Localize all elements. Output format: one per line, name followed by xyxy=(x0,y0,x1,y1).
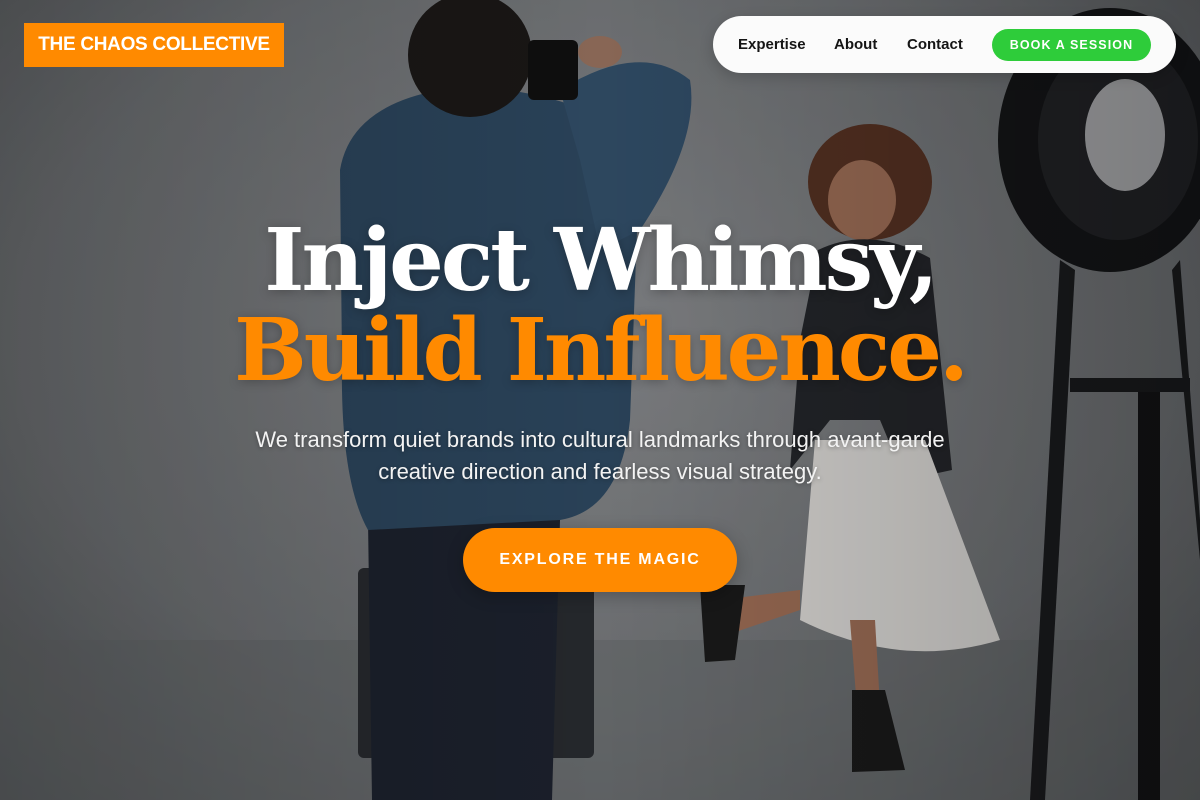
brand-logo[interactable]: THE CHAOS COLLECTIVE xyxy=(24,23,284,67)
hero-subtitle: We transform quiet brands into cultural … xyxy=(255,427,945,484)
book-session-button[interactable]: BOOK A SESSION xyxy=(992,29,1151,61)
hero-title-line1: Inject Whimsy, xyxy=(264,210,939,311)
explore-magic-button[interactable]: EXPLORE THE MAGIC xyxy=(463,528,737,592)
nav-link-expertise[interactable]: Expertise xyxy=(738,16,806,73)
top-navigation: Expertise About Contact BOOK A SESSION xyxy=(713,16,1176,73)
nav-link-contact[interactable]: Contact xyxy=(907,16,963,73)
hero-title-line2: Build Influence. xyxy=(234,300,969,401)
nav-link-about[interactable]: About xyxy=(834,16,877,73)
